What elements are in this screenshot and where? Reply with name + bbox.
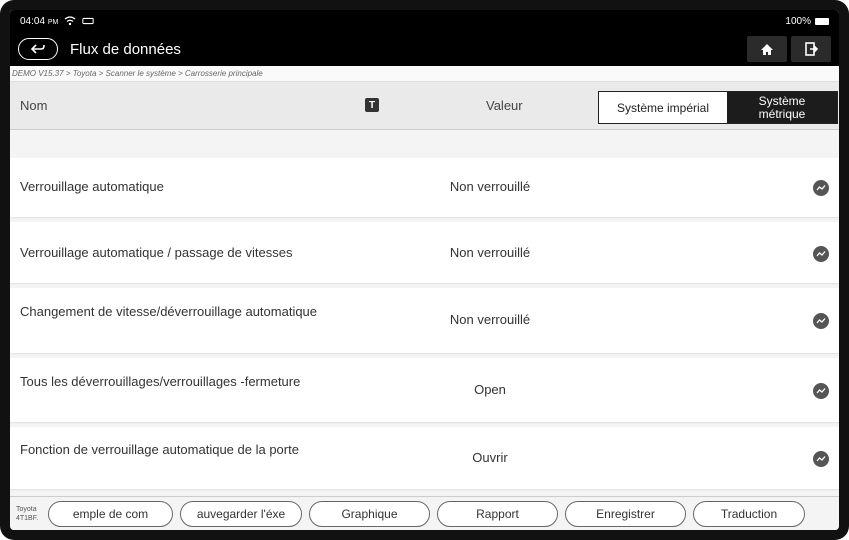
- back-arrow-icon: [30, 44, 45, 54]
- row-value: Ouvrir: [472, 450, 508, 465]
- status-bar: 04:04 PM 100%: [10, 10, 839, 32]
- table-row[interactable]: Verrouillage automatique / passage de vi…: [10, 222, 839, 283]
- exit-button[interactable]: [791, 36, 831, 62]
- battery-icon: [815, 17, 829, 25]
- row-value: Open: [474, 382, 506, 397]
- screen: 04:04 PM 100% Flux de données DEMO V15.3…: [10, 10, 839, 530]
- home-button[interactable]: [747, 36, 787, 62]
- title-bar: Flux de données: [10, 32, 839, 66]
- vehicle-info: Toyota 4T1BF.: [16, 505, 39, 522]
- graph-icon[interactable]: [813, 451, 829, 467]
- data-stream-list: Verrouillage automatique Non verrouillé …: [10, 158, 839, 494]
- vci-connection-icon: [82, 16, 94, 26]
- row-name: Verrouillage automatique / passage de vi…: [20, 245, 293, 260]
- page-title: Flux de données: [70, 40, 181, 58]
- table-row[interactable]: Verrouillage automatique Non verrouillé: [10, 158, 839, 217]
- column-header-value: Valeur: [486, 98, 523, 113]
- wifi-icon: [64, 16, 76, 26]
- graph-button[interactable]: Graphique: [309, 500, 430, 527]
- device-frame: 04:04 PM 100% Flux de données DEMO V15.3…: [0, 0, 849, 540]
- row-name: Tous les déverrouillages/verrouillages -…: [20, 374, 301, 389]
- row-name: Fonction de verrouillage automatique de …: [20, 442, 299, 457]
- table-row[interactable]: Changement de vitesse/déverrouillage aut…: [10, 288, 839, 353]
- table-header: Nom T Valeur Système impérial Système mét…: [10, 82, 839, 130]
- breadcrumb: DEMO V15.37 > Toyota > Scanner le systèm…: [10, 66, 839, 82]
- row-name: Changement de vitesse/déverrouillage aut…: [20, 304, 318, 319]
- save-example-button[interactable]: auvegarder l'éxe: [180, 500, 302, 527]
- translation-button[interactable]: Traduction: [693, 500, 805, 527]
- record-button[interactable]: Enregistrer: [565, 500, 686, 527]
- exit-icon: [805, 42, 818, 56]
- back-button[interactable]: [18, 38, 58, 60]
- graph-icon[interactable]: [813, 246, 829, 262]
- graph-icon[interactable]: [813, 313, 829, 329]
- row-value: Non verrouillé: [449, 245, 531, 260]
- report-button[interactable]: Rapport: [437, 500, 558, 527]
- row-value: Non verrouillé: [449, 312, 531, 327]
- battery-level: 100%: [785, 15, 811, 27]
- status-time: 04:04 PM: [20, 15, 59, 27]
- home-icon: [761, 43, 773, 55]
- graph-icon[interactable]: [813, 180, 829, 196]
- imperial-units-button[interactable]: Système impérial: [599, 92, 727, 123]
- row-value: Non verrouillé: [449, 179, 531, 194]
- table-row[interactable]: Tous les déverrouillages/verrouillages -…: [10, 358, 839, 422]
- bottom-toolbar: Toyota 4T1BF. emple de com auvegarder l'…: [10, 496, 839, 530]
- graph-icon[interactable]: [813, 383, 829, 399]
- column-header-name: Nom: [20, 98, 48, 113]
- table-row[interactable]: Fonction de verrouillage automatique de …: [10, 427, 839, 489]
- metric-units-button[interactable]: Système métrique: [727, 92, 837, 123]
- row-name: Verrouillage automatique: [20, 179, 164, 194]
- info-t-icon[interactable]: T: [365, 98, 379, 112]
- sample-data-button[interactable]: emple de com: [48, 500, 173, 527]
- unit-toggle: Système impérial Système métrique: [598, 91, 838, 124]
